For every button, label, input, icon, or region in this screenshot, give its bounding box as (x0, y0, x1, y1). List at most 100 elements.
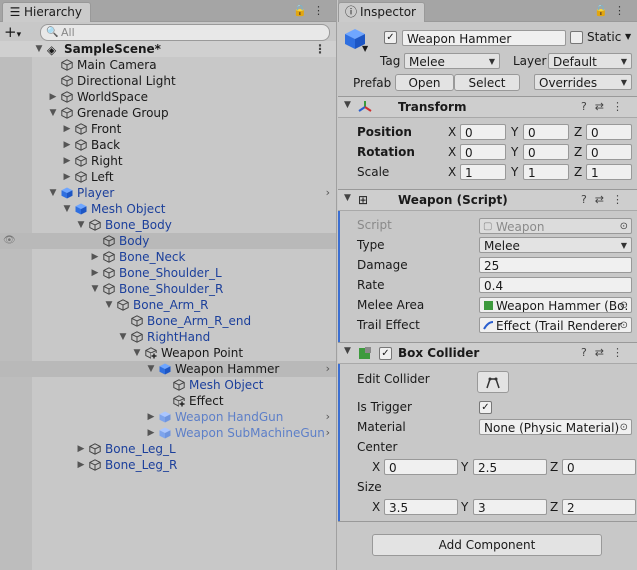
rotation-y-field[interactable]: 0 (523, 144, 569, 160)
expand-arrow-icon[interactable]: ▶ (146, 409, 156, 425)
fold-arrow-icon[interactable]: ▼ (344, 193, 351, 203)
fold-arrow-icon[interactable]: ▼ (344, 346, 351, 356)
collapse-arrow-icon[interactable]: ▼ (48, 105, 58, 121)
hierarchy-row[interactable]: ▶ Bone_Shoulder_L (0, 265, 336, 281)
hierarchy-row[interactable]: ▼ Bone_Shoulder_R (0, 281, 336, 297)
box-collider-enabled-checkbox[interactable]: ✓ (379, 347, 392, 360)
expand-arrow-icon[interactable]: ▶ (76, 457, 86, 473)
collapse-arrow-icon[interactable]: ▼ (146, 361, 156, 377)
material-field[interactable]: None (Physic Material) ⊙ (479, 419, 632, 435)
transform-header[interactable]: ▼ Transform ?⇄⋮ (338, 97, 637, 118)
size-z-field[interactable]: 2 (562, 499, 636, 515)
hierarchy-row[interactable]: Directional Light (0, 73, 336, 89)
hierarchy-row[interactable]: ▼ Player › (0, 185, 336, 201)
is-trigger-checkbox[interactable]: ✓ (479, 401, 492, 414)
expand-arrow-icon[interactable]: ▼ (34, 41, 44, 57)
hierarchy-row[interactable]: 👁 Body (0, 233, 336, 249)
expand-arrow-icon[interactable]: ▶ (90, 265, 100, 281)
edit-collider-button[interactable] (477, 371, 509, 393)
lock-icon[interactable]: 🔒 (293, 4, 313, 17)
collapse-arrow-icon[interactable]: ▼ (90, 281, 100, 297)
hierarchy-row[interactable]: ▶ WorldSpace (0, 89, 336, 105)
object-name-field[interactable]: Weapon Hammer (402, 30, 566, 46)
position-x-field[interactable]: 0 (460, 124, 506, 140)
type-dropdown[interactable]: Melee (479, 237, 632, 253)
layer-dropdown[interactable]: Default (548, 53, 632, 69)
lock-icon[interactable]: 🔒 (594, 4, 614, 17)
scale-y-field[interactable]: 1 (523, 164, 569, 180)
kebab-menu-icon[interactable]: ⋮ (612, 100, 631, 113)
help-icon[interactable]: ? (581, 346, 595, 359)
object-picker-icon[interactable]: ⊙ (620, 318, 628, 332)
active-checkbox[interactable]: ✓ (384, 31, 397, 44)
collapse-arrow-icon[interactable]: ▼ (118, 329, 128, 345)
static-checkbox[interactable] (570, 31, 583, 44)
fold-arrow-icon[interactable]: ▼ (344, 100, 351, 110)
hierarchy-row[interactable]: ▼ Grenade Group (0, 105, 336, 121)
open-prefab-chevron-icon[interactable]: › (326, 409, 330, 425)
help-icon[interactable]: ? (581, 193, 595, 206)
scene-row[interactable]: ▼ ◈ SampleScene* ⋮ (0, 41, 336, 57)
expand-arrow-icon[interactable]: ▶ (76, 441, 86, 457)
add-component-button[interactable]: Add Component (372, 534, 602, 556)
center-y-field[interactable]: 2.5 (473, 459, 547, 475)
kebab-menu-icon[interactable]: ⋮ (614, 4, 631, 17)
hierarchy-row[interactable]: ▼ Bone_Arm_R (0, 297, 336, 313)
icon-dropdown-arrow-icon[interactable]: ▼ (362, 44, 368, 53)
static-dropdown-arrow-icon[interactable]: ▼ (625, 32, 631, 41)
hierarchy-row[interactable]: ▼ Weapon Hammer › (0, 361, 336, 377)
hierarchy-row[interactable]: Effect (0, 393, 336, 409)
collapse-arrow-icon[interactable]: ▼ (76, 217, 86, 233)
hierarchy-row[interactable]: ▶ Weapon SubMachineGun › (0, 425, 336, 441)
melee-area-field[interactable]: Weapon Hammer (Bo: ⊙ (479, 297, 632, 313)
center-x-field[interactable]: 0 (384, 459, 458, 475)
expand-arrow-icon[interactable]: ▶ (90, 249, 100, 265)
hierarchy-row[interactable]: ▼ RightHand (0, 329, 336, 345)
collapse-arrow-icon[interactable]: ▼ (132, 345, 142, 361)
collapse-arrow-icon[interactable]: ▼ (62, 201, 72, 217)
hierarchy-row[interactable]: ▶ Bone_Leg_R (0, 457, 336, 473)
prefab-overrides-dropdown[interactable]: Overrides (534, 74, 632, 90)
kebab-menu-icon[interactable]: ⋮ (612, 193, 631, 206)
preset-icon[interactable]: ⇄ (595, 193, 612, 206)
size-x-field[interactable]: 3.5 (384, 499, 458, 515)
object-picker-icon[interactable]: ⊙ (620, 298, 628, 312)
inspector-tab-menu[interactable]: 🔒⋮ (594, 4, 631, 17)
expand-arrow-icon[interactable]: ▶ (62, 169, 72, 185)
open-prefab-chevron-icon[interactable]: › (326, 185, 330, 201)
rate-field[interactable]: 0.4 (479, 277, 632, 293)
preset-icon[interactable]: ⇄ (595, 346, 612, 359)
size-y-field[interactable]: 3 (473, 499, 547, 515)
scale-x-field[interactable]: 1 (460, 164, 506, 180)
rotation-x-field[interactable]: 0 (460, 144, 506, 160)
prefab-open-button[interactable]: Open (395, 74, 454, 91)
help-icon[interactable]: ? (581, 100, 595, 113)
collapse-arrow-icon[interactable]: ▼ (104, 297, 114, 313)
hierarchy-row[interactable]: Mesh Object (0, 377, 336, 393)
hierarchy-search-input[interactable]: 🔍 All (40, 24, 330, 41)
create-button[interactable]: +▾ (4, 23, 21, 41)
scene-menu-icon[interactable]: ⋮ (314, 41, 326, 57)
hierarchy-row[interactable]: Bone_Arm_R_end (0, 313, 336, 329)
hierarchy-row[interactable]: Main Camera (0, 57, 336, 73)
open-prefab-chevron-icon[interactable]: › (326, 361, 330, 377)
rotation-z-field[interactable]: 0 (586, 144, 632, 160)
center-z-field[interactable]: 0 (562, 459, 636, 475)
prefab-select-button[interactable]: Select (454, 74, 520, 91)
expand-arrow-icon[interactable]: ▶ (146, 425, 156, 441)
hierarchy-row[interactable]: ▼ Bone_Body (0, 217, 336, 233)
hierarchy-row[interactable]: ▼ Weapon Point (0, 345, 336, 361)
hierarchy-row[interactable]: ▶ Back (0, 137, 336, 153)
inspector-tab[interactable]: ⓘ Inspector (338, 2, 425, 22)
hierarchy-row[interactable]: ▶ Bone_Neck (0, 249, 336, 265)
weapon-script-header[interactable]: ▼ ⊞ Weapon (Script) ?⇄⋮ (338, 190, 637, 211)
hierarchy-row[interactable]: ▶ Bone_Leg_L (0, 441, 336, 457)
open-prefab-chevron-icon[interactable]: › (326, 425, 330, 441)
position-z-field[interactable]: 0 (586, 124, 632, 140)
preset-icon[interactable]: ⇄ (595, 100, 612, 113)
expand-arrow-icon[interactable]: ▶ (62, 121, 72, 137)
damage-field[interactable]: 25 (479, 257, 632, 273)
trail-effect-field[interactable]: Effect (Trail Renderer ⊙ (479, 317, 632, 333)
expand-arrow-icon[interactable]: ▶ (48, 89, 58, 105)
visibility-eye-icon[interactable]: 👁 (3, 233, 16, 249)
